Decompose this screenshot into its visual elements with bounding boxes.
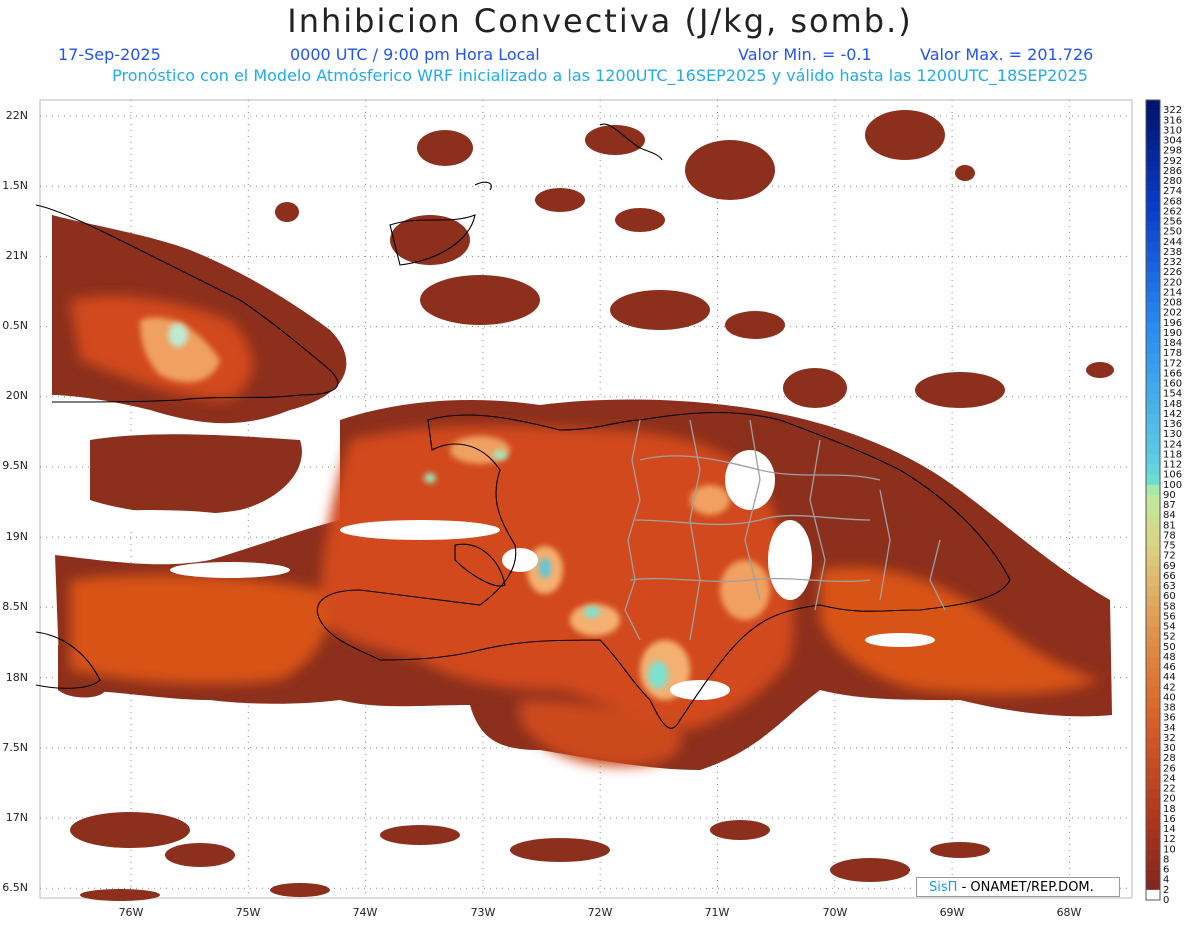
legend-swatch <box>1146 555 1160 567</box>
legend-swatch <box>1146 312 1160 324</box>
legend-swatch <box>1146 140 1160 151</box>
legend-swatch <box>1146 829 1160 840</box>
legend-swatch <box>1146 434 1160 445</box>
legend-swatch <box>1146 251 1160 263</box>
legend-swatch <box>1146 191 1160 202</box>
legend-swatch <box>1146 322 1160 334</box>
legend-swatch <box>1146 181 1160 192</box>
legend-swatch <box>1146 798 1160 810</box>
legend-swatch <box>1146 768 1160 779</box>
legend-swatch <box>1146 403 1160 415</box>
legend-swatch <box>1146 464 1160 475</box>
legend-swatch <box>1146 201 1160 212</box>
legend-swatch <box>1146 363 1160 374</box>
legend-swatch <box>1146 748 1160 759</box>
legend-swatch <box>1146 292 1160 303</box>
legend-swatch <box>1146 707 1160 719</box>
legend-swatch <box>1146 332 1160 344</box>
legend-swatch <box>1146 545 1160 556</box>
legend-swatch <box>1146 373 1160 384</box>
legend-swatch <box>1146 869 1160 881</box>
legend-swatch <box>1146 778 1160 789</box>
legend-swatch <box>1146 677 1160 688</box>
legend-swatch <box>1146 353 1160 364</box>
color-legend: 3223163103042982922862802742682622562502… <box>1145 99 1182 906</box>
legend-swatch <box>1146 808 1160 820</box>
legend-swatch <box>1146 727 1160 739</box>
legend-swatch <box>1146 484 1160 496</box>
legend-swatch <box>1146 879 1160 891</box>
legend-swatch <box>1146 788 1160 800</box>
legend-swatch <box>1146 839 1160 850</box>
legend-swatch <box>1146 575 1160 587</box>
legend-swatch <box>1146 120 1160 131</box>
legend-swatch <box>1146 525 1160 536</box>
legend-swatch <box>1146 474 1160 486</box>
legend-swatch <box>1146 697 1160 708</box>
legend-swatch <box>1146 231 1160 243</box>
legend-swatch <box>1146 626 1160 638</box>
legend-swatch <box>1146 849 1160 860</box>
legend-swatch <box>1146 515 1160 526</box>
legend-swatch <box>1146 272 1160 283</box>
legend-swatch <box>1146 758 1160 769</box>
legend-swatch <box>1146 565 1160 577</box>
legend-swatch <box>1146 160 1160 172</box>
legend-swatch <box>1146 241 1160 253</box>
legend-swatch <box>1146 383 1160 394</box>
legend-swatch <box>1146 717 1160 729</box>
legend-swatch <box>1146 130 1160 141</box>
legend-swatch <box>1146 282 1160 293</box>
legend-swatch <box>1146 535 1160 546</box>
legend-swatch <box>1146 100 1160 111</box>
legend-swatch <box>1146 859 1160 870</box>
legend-swatch <box>1146 505 1160 516</box>
legend-swatch <box>1146 656 1160 668</box>
legend-swatch <box>1146 596 1160 607</box>
legend-swatch <box>1146 343 1160 354</box>
legend-swatch <box>1146 170 1160 182</box>
legend-swatch <box>1146 262 1160 273</box>
legend-swatch <box>1146 110 1160 121</box>
legend-swatch <box>1146 454 1160 465</box>
legend-swatch <box>1146 393 1160 405</box>
legend-swatch <box>1146 606 1160 617</box>
legend-swatch <box>1146 150 1160 162</box>
legend-swatch <box>1146 667 1160 678</box>
legend-swatch <box>1146 586 1160 597</box>
legend-swatch <box>1146 737 1160 749</box>
legend-swatch <box>1146 413 1160 425</box>
legend-swatch <box>1146 302 1160 313</box>
legend-swatch <box>1146 636 1160 648</box>
legend-swatch <box>1146 211 1160 222</box>
legend-swatch <box>1146 687 1160 698</box>
legend-label: 0 <box>1163 895 1169 906</box>
legend-swatch <box>1146 616 1160 627</box>
legend-swatch <box>1146 424 1160 435</box>
legend-swatch <box>1146 494 1160 506</box>
legend-swatch <box>1146 444 1160 455</box>
legend-swatch <box>1146 646 1160 658</box>
legend-swatch <box>1146 221 1160 232</box>
legend-swatch <box>1146 889 1160 901</box>
legend-swatch <box>1146 818 1160 830</box>
